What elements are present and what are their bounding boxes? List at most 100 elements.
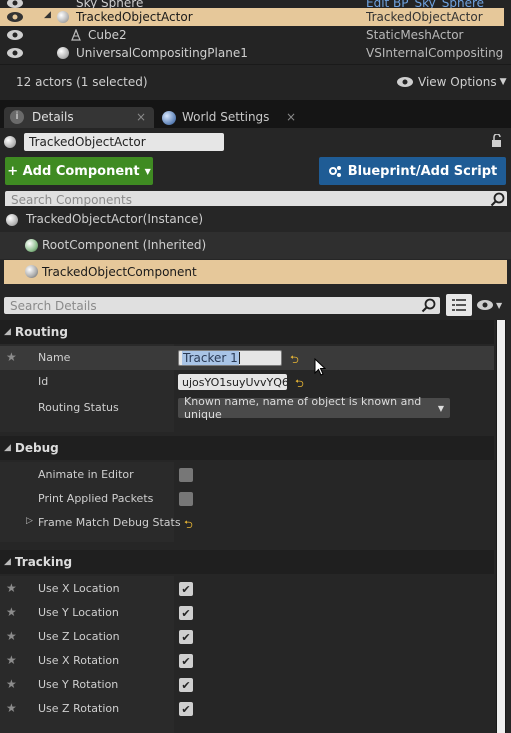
outliner-actor-type: TrackedObjectActor xyxy=(366,10,483,24)
outliner-row-trackedobjectactor[interactable]: ◢ TrackedObjectActor TrackedObjectActor xyxy=(0,8,504,26)
property-label: Use X Location xyxy=(38,582,120,595)
favorite-star-icon[interactable]: ★ xyxy=(6,701,17,715)
details-tab-bar: i Details × World Settings × xyxy=(0,104,511,129)
favorite-star-icon[interactable]: ★ xyxy=(6,629,17,643)
eye-icon xyxy=(477,300,493,310)
routing-status-value: Known name, name of object is known and … xyxy=(184,395,422,421)
actor-sphere-icon xyxy=(4,136,16,148)
component-row-instance[interactable]: TrackedObjectActor(Instance) xyxy=(0,206,511,233)
blueprint-label: Blueprint/Add Script xyxy=(347,163,498,179)
outliner-row-cube2[interactable]: Cube2 StaticMeshActor xyxy=(0,26,504,44)
component-row-root[interactable]: RootComponent (Inherited) xyxy=(0,232,511,259)
property-row-tracking: ★ Use Y Rotation ✔ xyxy=(0,673,494,697)
tab-details[interactable]: i Details × xyxy=(4,107,154,129)
name-value-text: Tracker 1 xyxy=(182,351,239,365)
search-details-input[interactable]: Search Details xyxy=(4,297,440,314)
property-label: Use X Rotation xyxy=(38,654,120,667)
tracking-checkbox[interactable]: ✔ xyxy=(179,582,193,596)
chevron-down-icon: ▼ xyxy=(499,77,507,87)
eye-icon xyxy=(397,77,413,87)
blueprint-add-script-button[interactable]: Blueprint/Add Script xyxy=(319,157,506,185)
reset-to-default-icon[interactable]: ⮌ xyxy=(295,375,304,394)
outliner-row-compositing-plane[interactable]: UniversalCompositingPlane1 VSInternalCom… xyxy=(0,44,504,62)
grid-icon xyxy=(452,299,466,311)
expand-arrow-icon[interactable]: ▷ xyxy=(26,516,33,526)
property-row-tracking: ★ Use X Location ✔ xyxy=(0,577,494,601)
favorite-star-icon[interactable]: ★ xyxy=(6,653,17,667)
tracking-checkbox[interactable]: ✔ xyxy=(179,678,193,692)
property-row-print-packets: Print Applied Packets ✔ xyxy=(0,487,494,511)
details-scrollbar-track[interactable] xyxy=(496,320,506,733)
details-scrollbar-thumb[interactable] xyxy=(497,320,505,733)
reset-to-default-icon[interactable]: ⮌ xyxy=(184,516,193,535)
outliner-actor-name: Cube2 xyxy=(88,28,127,42)
property-label: Routing Status xyxy=(38,401,119,414)
tracking-checkbox[interactable]: ✔ xyxy=(179,606,193,620)
animate-in-editor-checkbox[interactable]: ✔ xyxy=(179,468,193,482)
property-row-tracking: ★ Use X Rotation ✔ xyxy=(0,649,494,673)
category-title: Debug xyxy=(14,441,59,455)
component-row-trackedobject[interactable]: TrackedObjectComponent xyxy=(4,260,507,284)
collapse-arrow-icon: ◢ xyxy=(4,443,11,453)
property-label: Print Applied Packets xyxy=(38,492,154,505)
category-title: Tracking xyxy=(14,555,73,569)
component-label: TrackedObjectActor(Instance) xyxy=(26,212,204,226)
tab-label: Details xyxy=(32,110,74,124)
collapse-arrow-icon[interactable]: ◢ xyxy=(44,10,51,20)
actor-name-field[interactable]: TrackedObjectActor xyxy=(24,133,224,151)
property-row-id: Id ujosYO1suyUvvYQ6 ⮌ xyxy=(0,370,494,394)
details-panel: TrackedObjectActor + Add Component ▼ Blu… xyxy=(0,128,511,733)
tracking-checkbox[interactable]: ✔ xyxy=(179,654,193,668)
component-label: RootComponent (Inherited) xyxy=(42,238,207,252)
property-row-tracking: ★ Use Y Location ✔ xyxy=(0,601,494,625)
id-value-field[interactable]: ujosYO1suyUvvYQ6 xyxy=(178,374,289,390)
property-label: Use Y Rotation xyxy=(38,678,119,691)
property-label: Use Y Location xyxy=(38,606,119,619)
add-component-button[interactable]: + Add Component ▼ xyxy=(5,157,153,185)
property-row-animate: Animate in Editor ✔ xyxy=(0,463,494,487)
close-icon[interactable]: × xyxy=(286,110,296,124)
name-value-field[interactable]: Tracker 1 xyxy=(178,350,282,366)
component-label: TrackedObjectComponent xyxy=(42,265,197,279)
property-row-tracking: ★ Use Z Rotation ✔ xyxy=(0,697,494,721)
view-options-button[interactable]: View Options ▼ xyxy=(396,73,507,91)
collapse-arrow-icon: ◢ xyxy=(4,327,11,337)
property-row-frame-match: ▷ Frame Match Debug Stats ⮌ xyxy=(0,511,494,535)
scene-component-icon xyxy=(25,265,38,278)
property-matrix-button[interactable] xyxy=(446,294,472,316)
tracking-checkbox[interactable]: ✔ xyxy=(179,630,193,644)
property-row-name: ★ Name Tracker 1 ⮌ xyxy=(0,346,494,376)
visibility-eye-icon[interactable] xyxy=(6,11,24,23)
reset-to-default-icon[interactable]: ⮌ xyxy=(290,351,299,370)
tab-world-settings[interactable]: World Settings × xyxy=(158,107,308,129)
lock-icon[interactable] xyxy=(490,134,504,148)
print-applied-packets-checkbox[interactable]: ✔ xyxy=(179,492,193,506)
category-debug[interactable]: ◢ Debug xyxy=(0,436,494,460)
outliner-actor-type: StaticMeshActor xyxy=(366,28,464,42)
outliner-actor-type: VSInternalCompositingPl xyxy=(366,46,504,60)
property-label: Use Z Location xyxy=(38,630,120,643)
property-row-tracking: ★ Use Z Location ✔ xyxy=(0,625,494,649)
view-options-label: View Options xyxy=(418,75,497,89)
actor-count: 12 actors (1 selected) xyxy=(16,75,148,89)
search-icon xyxy=(421,298,436,313)
favorite-star-icon[interactable]: ★ xyxy=(6,350,17,364)
category-routing[interactable]: ◢ Routing xyxy=(0,320,494,344)
globe-icon xyxy=(162,111,176,125)
tracking-checkbox[interactable]: ✔ xyxy=(179,702,193,716)
outliner-footer: 12 actors (1 selected) View Options ▼ xyxy=(0,64,511,100)
favorite-star-icon[interactable]: ★ xyxy=(6,605,17,619)
close-icon[interactable]: × xyxy=(136,110,146,124)
details-view-options-button[interactable]: ▼ xyxy=(476,299,502,311)
property-label: Id xyxy=(38,375,49,388)
favorite-star-icon[interactable]: ★ xyxy=(6,677,17,691)
add-component-label: + Add Component xyxy=(7,163,140,179)
routing-status-dropdown[interactable]: Known name, name of object is known and … xyxy=(178,395,450,421)
outliner-actor-name: UniversalCompositingPlane1 xyxy=(76,46,248,60)
favorite-star-icon[interactable]: ★ xyxy=(6,581,17,595)
category-tracking[interactable]: ◢ Tracking xyxy=(0,550,494,574)
visibility-eye-icon[interactable] xyxy=(6,29,24,41)
scene-component-icon xyxy=(25,239,38,252)
visibility-eye-icon[interactable] xyxy=(6,47,24,59)
property-label: Name xyxy=(38,351,71,364)
